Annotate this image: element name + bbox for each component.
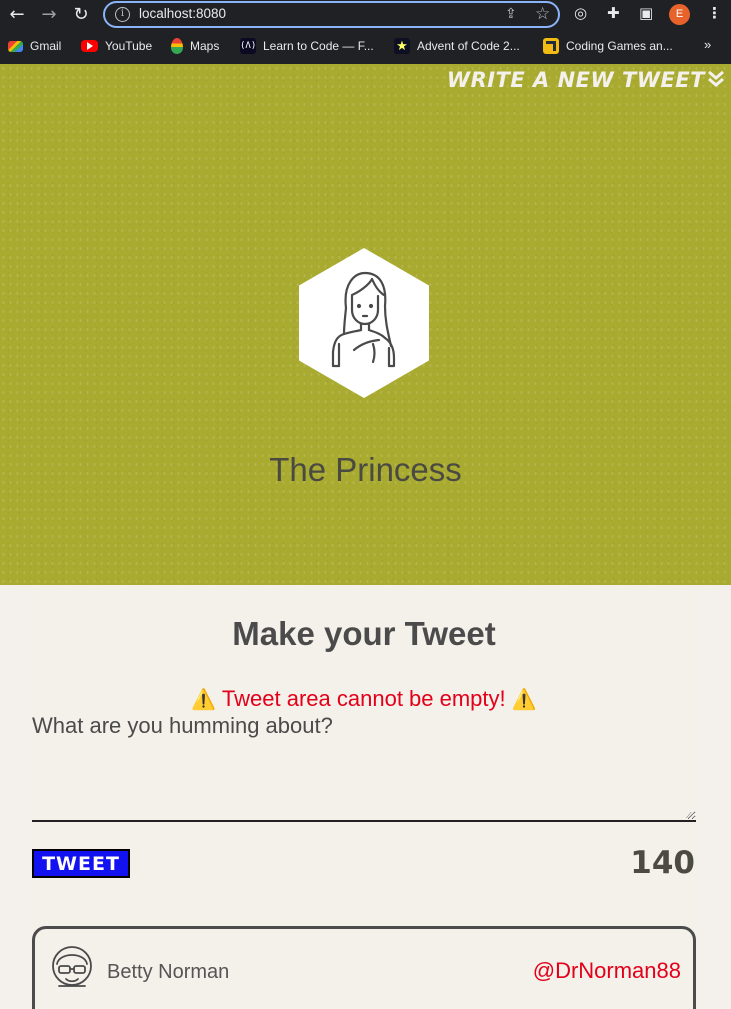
bookmark-label: YouTube	[105, 39, 153, 53]
freecodecamp-icon: (Λ)	[240, 38, 256, 54]
menu-kebab-icon[interactable]: ⋮	[707, 4, 722, 22]
forward-icon[interactable]: →	[36, 2, 62, 28]
reload-icon[interactable]: ↻	[68, 2, 94, 28]
profile-name: The Princess	[269, 451, 462, 488]
share-icon[interactable]: ⇪	[505, 6, 517, 22]
codingame-icon	[543, 38, 559, 54]
compose-title: Make your Tweet	[232, 615, 496, 652]
star-icon: ★	[394, 38, 410, 54]
tweet-author-name: Betty Norman	[107, 961, 230, 983]
bookmark-gmail[interactable]: Gmail	[8, 37, 61, 55]
bookmarks-bar: Gmail YouTube Maps (Λ) Learn to Code — F…	[0, 34, 731, 58]
browser-toolbar: ← → ↻ i localhost:8080 ⇪ ☆ ◎ ✚ ▣ E ⋮	[0, 0, 731, 30]
bookmark-label: Maps	[190, 39, 220, 53]
bookmark-star-icon[interactable]: ☆	[535, 4, 550, 24]
main-content: Make your Tweet ⚠️ Tweet area cannot be …	[31, 585, 697, 1009]
error-message: ⚠️ Tweet area cannot be empty! ⚠️	[31, 686, 697, 712]
warning-icon: ⚠️	[511, 689, 537, 711]
bookmark-freecodecamp[interactable]: (Λ) Learn to Code — F...	[240, 37, 374, 55]
user-avatar-icon	[49, 944, 95, 996]
site-info-icon[interactable]: i	[115, 7, 130, 22]
error-text: Tweet area cannot be empty!	[221, 686, 506, 711]
extensions-puzzle-icon[interactable]: ✚	[607, 4, 620, 22]
character-counter: 140	[630, 845, 695, 881]
browser-chrome: ← → ↻ i localhost:8080 ⇪ ☆ ◎ ✚ ▣ E ⋮ Gma…	[0, 0, 731, 64]
bookmark-codingame[interactable]: Coding Games an...	[543, 37, 673, 55]
address-url[interactable]: localhost:8080	[139, 6, 226, 21]
write-new-tweet-label: WRITE A NEW TWEET	[446, 68, 705, 92]
tweet-textarea[interactable]	[32, 713, 696, 822]
bookmark-label: Coding Games an...	[566, 39, 673, 53]
address-bar[interactable]: i localhost:8080 ⇪ ☆	[103, 1, 560, 28]
bookmark-label: Advent of Code 2...	[417, 39, 520, 53]
maps-icon	[171, 38, 183, 54]
youtube-icon	[81, 40, 98, 52]
gmail-icon	[8, 40, 23, 52]
extension-glasses-icon[interactable]: ◎	[574, 4, 587, 22]
profile-hero: WRITE A NEW TWEET The Princess	[0, 64, 731, 585]
bookmark-label: Gmail	[30, 39, 62, 53]
write-new-tweet-toggle[interactable]: WRITE A NEW TWEET	[447, 68, 725, 92]
resize-handle-icon[interactable]: ⟋	[686, 812, 695, 821]
tweet-button[interactable]: TWEET	[32, 849, 130, 878]
bookmark-youtube[interactable]: YouTube	[81, 37, 152, 55]
back-icon[interactable]: ←	[4, 2, 30, 28]
warning-icon: ⚠️	[191, 689, 217, 711]
bookmark-label: Learn to Code — F...	[263, 39, 374, 53]
profile-avatar-hexagon	[299, 248, 429, 398]
bookmark-advent-of-code[interactable]: ★ Advent of Code 2...	[394, 37, 520, 55]
bookmark-maps[interactable]: Maps	[171, 37, 219, 55]
profile-avatar[interactable]: E	[669, 4, 690, 25]
side-panel-icon[interactable]: ▣	[639, 4, 653, 22]
tweet-card: Betty Norman @DrNorman88	[32, 926, 696, 1009]
bookmarks-overflow-icon[interactable]: »	[704, 37, 711, 52]
tweet-author-handle: @DrNorman88	[532, 958, 681, 983]
double-chevron-down-icon	[707, 69, 725, 92]
